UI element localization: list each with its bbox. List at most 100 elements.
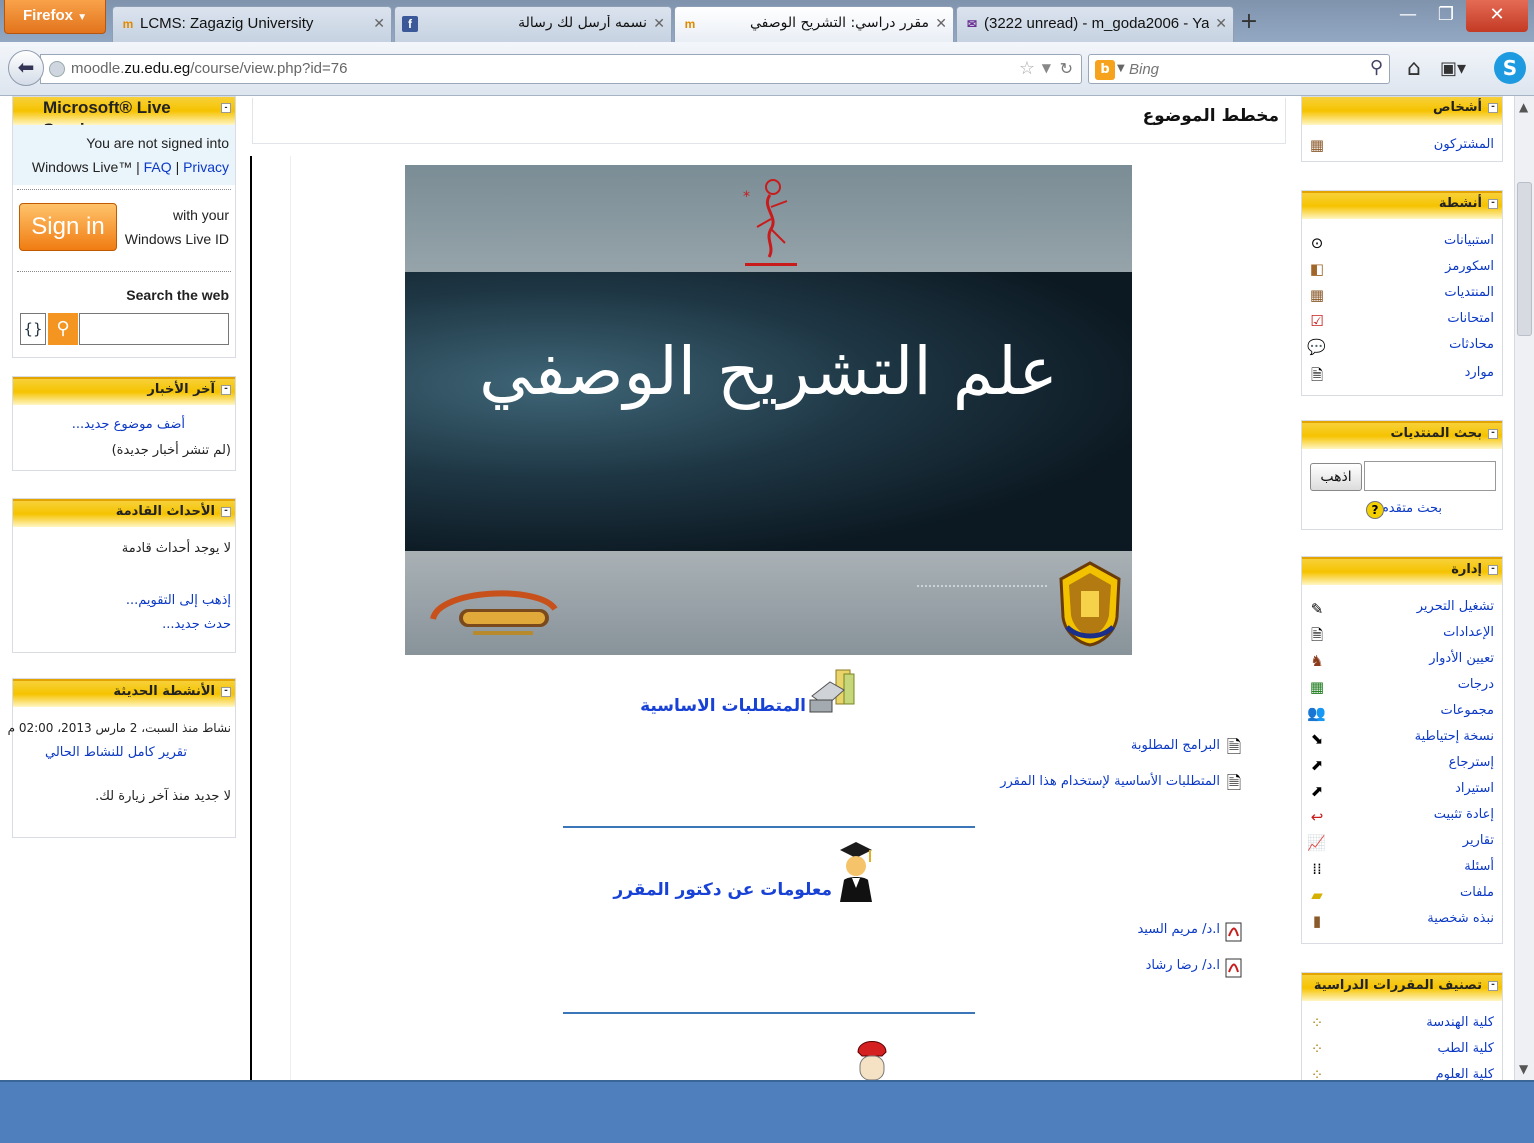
new-event-link[interactable]: حدث جديد...: [162, 617, 231, 632]
windows-live-label: Windows Live™: [31, 159, 133, 175]
bookmarks-button[interactable]: ▣▾: [1440, 58, 1480, 84]
tab-lcms[interactable]: m LCMS: Zagazig University ✕: [112, 6, 392, 42]
goto-calendar-link[interactable]: إذهب إلى التقويم...: [126, 593, 231, 608]
add-topic-link[interactable]: أضف موضوع جديد...: [72, 417, 185, 432]
moodle-icon: m: [122, 17, 134, 31]
activity-link-forums[interactable]: المنتديات: [1444, 285, 1494, 300]
web-search-input[interactable]: [1129, 59, 1349, 79]
activity-link-scorms[interactable]: اسكورمز: [1445, 259, 1494, 274]
resource-link[interactable]: البرامج المطلوبة: [1131, 738, 1220, 753]
bookmark-star-icon[interactable]: ☆: [1019, 58, 1035, 79]
skype-icon[interactable]: S: [1494, 52, 1526, 84]
svg-text:*: *: [743, 189, 750, 205]
advanced-search-link[interactable]: بحث متقدم: [1381, 501, 1442, 516]
forum-search-input[interactable]: [1364, 461, 1496, 491]
category-link-medicine[interactable]: كلية الطب: [1437, 1041, 1494, 1056]
admin-link-reset[interactable]: إعادة تثبيت: [1434, 807, 1494, 822]
collapse-toggle-icon[interactable]: -: [1488, 429, 1498, 439]
category-link-engineering[interactable]: كلية الهندسة: [1426, 1015, 1494, 1030]
block-title: إدارة: [1451, 562, 1482, 577]
block-header: أشخاص -: [1302, 97, 1502, 125]
activity-link-quizzes[interactable]: امتحانات: [1447, 311, 1494, 326]
live-services-block: Microsoft® Live Services - You are not s…: [12, 96, 236, 358]
admin-link-roles[interactable]: تعيين الأدوار: [1429, 651, 1494, 666]
separator: |: [175, 159, 180, 175]
resource-link[interactable]: ا.د/ مريم السيد: [1137, 922, 1220, 937]
activity-link-resources[interactable]: موارد: [1465, 365, 1494, 380]
sign-in-button[interactable]: Sign in: [19, 203, 117, 251]
search-icon[interactable]: ⚲: [1370, 57, 1383, 78]
collapse-toggle-icon[interactable]: -: [1488, 103, 1498, 113]
close-tab-icon[interactable]: ✕: [1215, 15, 1227, 32]
quiz-icon: ☑: [1310, 312, 1324, 330]
close-tab-icon[interactable]: ✕: [373, 15, 385, 32]
faq-link[interactable]: FAQ: [144, 159, 172, 175]
tab-yahoo-mail[interactable]: ✉ (3222 unread) - m_goda2006 - Yahoo!...…: [956, 6, 1234, 42]
no-events-text: لا يوجد أحداث قادمة: [121, 541, 231, 556]
resource-link[interactable]: ا.د/ رضا رشاد: [1146, 958, 1220, 973]
collapse-toggle-icon[interactable]: -: [1488, 199, 1498, 209]
import-icon: ⬈: [1310, 782, 1324, 800]
topic-outline-header: مخطط الموضوع: [252, 98, 1286, 144]
engine-dropdown-icon[interactable]: ▼: [1117, 63, 1125, 74]
home-button[interactable]: ⌂: [1400, 56, 1428, 84]
participants-link[interactable]: المشتركون: [1434, 137, 1494, 152]
admin-link-import[interactable]: استيراد: [1455, 781, 1494, 796]
block-header: بحث المنتديات -: [1302, 421, 1502, 449]
collapse-toggle-icon[interactable]: -: [221, 507, 231, 517]
full-report-link[interactable]: تقرير كامل للنشاط الحالي: [45, 745, 187, 760]
address-bar[interactable]: moodle.zu.edu.eg/course/view.php?id=76 ☆…: [40, 54, 1082, 84]
admin-link-files[interactable]: ملفات: [1460, 885, 1494, 900]
collapse-toggle-icon[interactable]: -: [1488, 565, 1498, 575]
reload-icon[interactable]: ↻: [1060, 59, 1073, 78]
back-button[interactable]: ⬅: [8, 50, 44, 86]
activity-link-chats[interactable]: محادثات: [1449, 337, 1494, 352]
admin-link-settings[interactable]: الإعدادات: [1443, 625, 1494, 640]
admin-link-groups[interactable]: مجموعات: [1440, 703, 1494, 718]
tab-title: نسمه أرسل لك رسالة: [518, 15, 647, 31]
bing-bracket-icon[interactable]: {}: [20, 313, 46, 345]
admin-link-profile[interactable]: نبذه شخصية: [1427, 911, 1494, 926]
admin-link-editing[interactable]: تشغيل التحرير: [1417, 599, 1494, 614]
collapse-toggle-icon[interactable]: -: [221, 385, 231, 395]
close-tab-icon[interactable]: ✕: [935, 15, 947, 32]
people-block: أشخاص - ▦ المشتركون: [1301, 96, 1503, 162]
bing-icon[interactable]: b: [1095, 60, 1115, 80]
admin-link-backup[interactable]: نسخة إحتياطية: [1415, 729, 1494, 744]
close-tab-icon[interactable]: ✕: [653, 15, 665, 32]
web-search-button[interactable]: ⚲: [48, 313, 78, 345]
section-title: المتطلبات الاساسية: [640, 696, 806, 716]
tab-facebook[interactable]: f نسمه أرسل لك رسالة ✕: [394, 6, 672, 42]
help-icon[interactable]: ?: [1366, 501, 1384, 519]
search-bar[interactable]: b ▼ ⚲: [1088, 54, 1390, 84]
grades-grid-icon: ▦: [1309, 678, 1325, 696]
yahoo-mail-icon: ✉: [966, 17, 978, 31]
admin-link-grades[interactable]: درجات: [1458, 677, 1494, 692]
new-tab-button[interactable]: +: [1236, 8, 1262, 38]
activity-link-questionnaires[interactable]: استبيانات: [1444, 233, 1494, 248]
collapse-toggle-icon[interactable]: -: [221, 103, 231, 113]
scroll-down-icon[interactable]: ▼: [1519, 1062, 1528, 1076]
site-identity-icon[interactable]: [49, 61, 65, 77]
scrollbar-thumb[interactable]: [1517, 182, 1532, 336]
admin-link-reports[interactable]: تقارير: [1463, 833, 1494, 848]
collapse-toggle-icon[interactable]: -: [221, 687, 231, 697]
collapse-toggle-icon[interactable]: -: [1488, 981, 1498, 991]
close-window-button[interactable]: ✕: [1466, 0, 1528, 32]
firefox-menu-button[interactable]: Firefox ▼: [4, 0, 106, 34]
admin-link-questions[interactable]: أسئلة: [1464, 859, 1494, 874]
content-border: [250, 156, 252, 1080]
edit-pencil-icon: ✎: [1310, 600, 1324, 618]
history-dropdown-icon[interactable]: ▼: [1042, 61, 1051, 75]
maximize-window-button[interactable]: ❐: [1428, 0, 1464, 32]
questions-icon: ⁞⁞: [1312, 860, 1322, 878]
resource-link[interactable]: المتطلبات الأساسية لإستخدام هذا المقرر: [1000, 774, 1220, 789]
tab-course[interactable]: m مقرر دراسي: التشريح الوصفي ✕: [674, 6, 954, 42]
scroll-up-icon[interactable]: ▲: [1519, 100, 1528, 114]
admin-link-restore[interactable]: إسترجاع: [1449, 755, 1494, 770]
forum-search-go-button[interactable]: اذهب: [1310, 463, 1362, 491]
minimize-window-button[interactable]: —: [1388, 0, 1428, 32]
vertical-scrollbar[interactable]: ▲ ▼: [1514, 96, 1534, 1080]
privacy-link[interactable]: Privacy: [183, 159, 229, 175]
live-search-input[interactable]: [79, 313, 229, 345]
